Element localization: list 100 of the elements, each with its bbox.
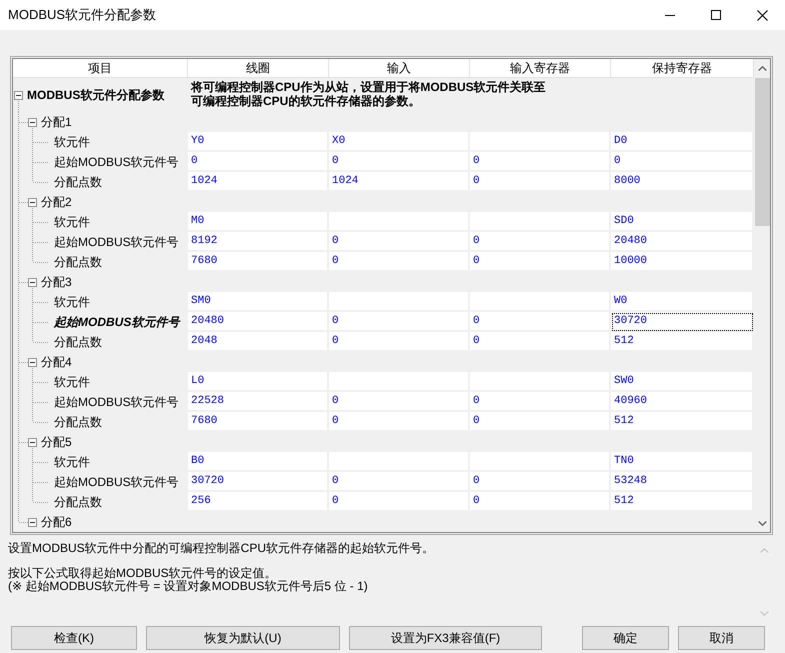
value-cell[interactable]: 0 (470, 312, 611, 332)
property-label[interactable]: 起始MODBUS软元件号 (54, 153, 179, 171)
value-cell[interactable]: 0 (470, 472, 611, 492)
scrollbar-thumb[interactable] (754, 78, 770, 226)
collapse-icon[interactable] (28, 518, 37, 526)
dialog-button[interactable]: 取消 (678, 626, 765, 650)
value-cell[interactable]: 30720 (611, 312, 754, 332)
tree-group-label[interactable]: 分配3 (41, 273, 72, 291)
property-label[interactable]: 软元件 (54, 293, 90, 311)
property-label[interactable]: 软元件 (54, 373, 90, 391)
value-cell[interactable]: 256 (188, 492, 329, 512)
help-text: 设置MODBUS软元件中分配的可编程控制器CPU软元件存储器的起始软元件号。 (8, 542, 436, 555)
value-cell[interactable]: 40960 (611, 392, 754, 412)
collapse-icon[interactable] (28, 118, 37, 126)
collapse-icon[interactable] (28, 358, 37, 366)
property-label[interactable]: 起始MODBUS软元件号 (54, 393, 179, 411)
tree-group-label[interactable]: 分配5 (41, 433, 72, 451)
value-cell[interactable]: 30720 (188, 472, 329, 492)
value-cell[interactable]: 10000 (611, 252, 754, 272)
value-cell[interactable]: 0 (329, 332, 470, 352)
value-cell[interactable]: 7680 (188, 412, 329, 432)
value-cell[interactable]: 0 (470, 232, 611, 252)
collapse-icon[interactable] (28, 198, 37, 206)
value-cell[interactable]: 512 (611, 492, 754, 512)
value-cell[interactable]: X0 (329, 132, 470, 152)
property-label[interactable]: 起始MODBUS软元件号 (54, 233, 179, 251)
value-cell[interactable]: 0 (470, 492, 611, 512)
column-header: 输入 (329, 59, 470, 78)
property-label[interactable]: 分配点数 (54, 493, 102, 511)
dialog-button[interactable]: 恢复为默认(U) (146, 626, 340, 650)
help-text: (※ 起始MODBUS软元件号 = 设置对象MODBUS软元件号后5 位 - 1) (8, 580, 369, 593)
value-cell[interactable]: W0 (611, 292, 754, 312)
tree-group-label[interactable]: 分配1 (41, 113, 72, 131)
value-cell[interactable]: TN0 (611, 452, 754, 472)
dialog-button[interactable]: 确定 (582, 626, 669, 650)
property-label[interactable]: 软元件 (54, 453, 90, 471)
value-cell[interactable] (470, 292, 611, 312)
value-cell[interactable]: 0 (329, 312, 470, 332)
value-cell[interactable]: 0 (470, 152, 611, 172)
value-cell[interactable]: 0 (329, 412, 470, 432)
collapse-icon[interactable] (28, 278, 37, 286)
property-label[interactable]: 软元件 (54, 133, 90, 151)
property-label[interactable]: 起始MODBUS软元件号 (54, 313, 180, 331)
tree-group-label[interactable]: 分配4 (41, 353, 72, 371)
property-label[interactable]: 软元件 (54, 213, 90, 231)
property-label[interactable]: 分配点数 (54, 413, 102, 431)
value-cell[interactable]: 0 (329, 492, 470, 512)
column-header: 输入寄存器 (470, 59, 611, 78)
minimize-icon[interactable] (665, 14, 675, 16)
collapse-icon[interactable] (28, 438, 37, 446)
tree-node-label[interactable]: MODBUS软元件分配参数 (27, 86, 164, 104)
value-cell[interactable]: M0 (188, 212, 329, 232)
value-cell[interactable]: 53248 (611, 472, 754, 492)
value-cell[interactable]: SM0 (188, 292, 329, 312)
value-cell[interactable]: SD0 (611, 212, 754, 232)
value-cell[interactable]: 0 (611, 152, 754, 172)
value-cell[interactable]: 2048 (188, 332, 329, 352)
value-cell[interactable]: L0 (188, 372, 329, 392)
value-cell[interactable]: 20480 (188, 312, 329, 332)
scroll-up-icon[interactable] (758, 66, 766, 71)
property-label[interactable]: 分配点数 (54, 173, 102, 191)
value-cell[interactable]: 0 (188, 152, 329, 172)
value-cell[interactable]: 8000 (611, 172, 754, 192)
dialog-button[interactable]: 设置为FX3兼容值(F) (349, 626, 542, 650)
value-cell[interactable]: 0 (329, 472, 470, 492)
maximize-icon[interactable] (711, 10, 721, 20)
value-cell[interactable]: 0 (470, 252, 611, 272)
value-cell[interactable]: SW0 (611, 372, 754, 392)
value-cell[interactable]: 512 (611, 332, 754, 352)
property-label[interactable]: 分配点数 (54, 253, 102, 271)
value-cell[interactable]: 512 (611, 412, 754, 432)
dialog-button[interactable]: 检查(K) (11, 626, 137, 650)
value-cell[interactable]: 1024 (329, 172, 470, 192)
scroll-down-icon[interactable] (758, 521, 766, 526)
value-cell[interactable]: D0 (611, 132, 754, 152)
value-cell[interactable]: 0 (470, 392, 611, 412)
property-label[interactable]: 起始MODBUS软元件号 (54, 473, 179, 491)
close-icon[interactable] (756, 10, 768, 20)
value-cell[interactable]: 0 (470, 412, 611, 432)
value-cell[interactable]: 20480 (611, 232, 754, 252)
tree-group-label[interactable]: 分配6 (41, 513, 72, 531)
collapse-icon[interactable] (14, 90, 23, 100)
value-cell[interactable]: 0 (329, 232, 470, 252)
value-cell[interactable]: 0 (329, 392, 470, 412)
help-text: 按以下公式取得起始MODBUS软元件号的设定值。 (8, 567, 278, 580)
value-cell[interactable]: Y0 (188, 132, 329, 152)
value-cell[interactable]: 8192 (188, 232, 329, 252)
value-cell[interactable]: 0 (470, 172, 611, 192)
value-cell[interactable]: 0 (329, 252, 470, 272)
window-title: MODBUS软元件分配参数 (7, 6, 156, 24)
column-header: 线圈 (188, 59, 329, 78)
column-header: 项目 (13, 59, 188, 78)
value-cell[interactable]: B0 (188, 452, 329, 472)
value-cell[interactable]: 0 (470, 332, 611, 352)
value-cell[interactable]: 1024 (188, 172, 329, 192)
tree-group-label[interactable]: 分配2 (41, 193, 72, 211)
value-cell[interactable]: 0 (329, 152, 470, 172)
value-cell[interactable]: 7680 (188, 252, 329, 272)
value-cell[interactable]: 22528 (188, 392, 329, 412)
property-label[interactable]: 分配点数 (54, 333, 102, 351)
